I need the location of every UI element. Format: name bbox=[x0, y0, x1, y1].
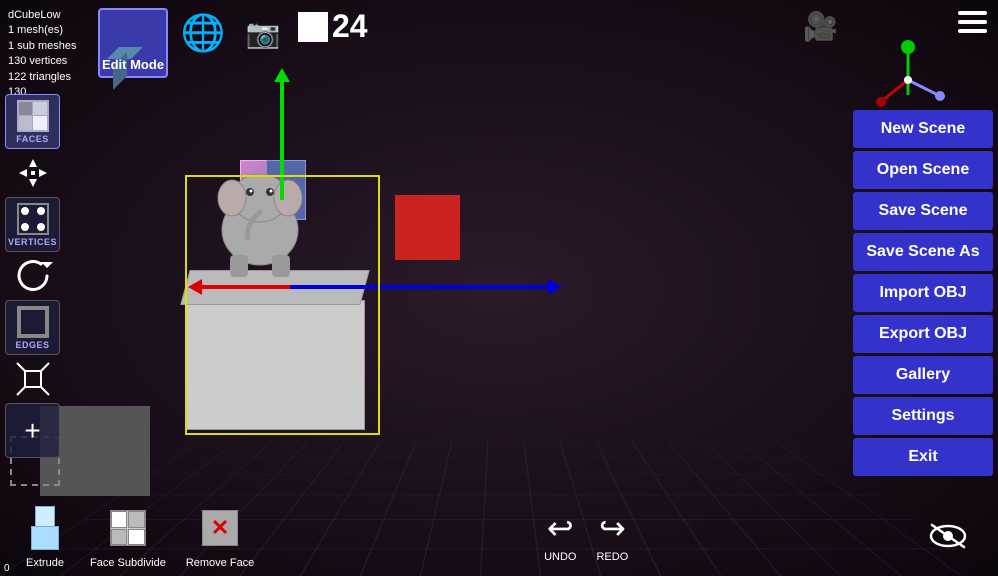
orientation-gizmo bbox=[868, 40, 948, 120]
undo-button[interactable]: ↩ UNDO bbox=[544, 509, 576, 563]
facesubdiv-cell-2 bbox=[128, 511, 145, 528]
scale-tool-button[interactable] bbox=[13, 359, 53, 399]
exit-button[interactable]: Exit bbox=[853, 438, 993, 476]
save-scene-button[interactable]: Save Scene bbox=[853, 192, 993, 230]
remove-face-label: Remove Face bbox=[186, 557, 254, 569]
settings-button[interactable]: Settings bbox=[853, 397, 993, 435]
extrude-base bbox=[31, 526, 59, 550]
undo-icon: ↩ bbox=[547, 509, 574, 547]
bottom-toolbar: Extrude Face Subdivide ✕ Remove Face ↩ U… bbox=[0, 496, 998, 576]
redo-label: REDO bbox=[596, 551, 628, 563]
triangles-count: 122 triangles bbox=[8, 70, 88, 85]
add-icon: + bbox=[24, 415, 40, 447]
move-tool-button[interactable] bbox=[13, 153, 53, 193]
facesubdiv-cell-3 bbox=[111, 529, 128, 546]
visibility-toggle[interactable] bbox=[918, 511, 978, 561]
bottom-coord: 0 bbox=[4, 563, 10, 574]
undo-label: UNDO bbox=[544, 551, 576, 563]
edges-label: EDGES bbox=[15, 340, 49, 350]
ham-line-2 bbox=[958, 20, 987, 24]
rotate-tool-button[interactable] bbox=[13, 256, 53, 296]
face-subdivide-shape bbox=[110, 510, 146, 546]
extrude-icon bbox=[20, 503, 70, 553]
x-mark: ✕ bbox=[211, 517, 229, 539]
video-camera-icon[interactable]: 🎥 bbox=[803, 10, 838, 43]
faces-label: FACES bbox=[16, 134, 49, 144]
remove-face-shape: ✕ bbox=[202, 510, 238, 546]
mode-icon-button[interactable]: Edit Mode bbox=[98, 8, 168, 78]
left-toolbar: FACES VERTICES bbox=[0, 90, 65, 462]
new-scene-button[interactable]: New Scene bbox=[853, 110, 993, 148]
faces-tool-button[interactable]: FACES bbox=[5, 94, 60, 149]
frame-number: 24 bbox=[332, 8, 368, 45]
vertices-tool-button[interactable]: VERTICES bbox=[5, 197, 60, 252]
top-bar: dCubeLow 1 mesh(es) 1 sub meshes 130 ver… bbox=[0, 0, 998, 90]
ham-line-3 bbox=[958, 29, 987, 33]
redo-icon: ↪ bbox=[599, 509, 626, 547]
ham-line-1 bbox=[958, 11, 987, 15]
red-box bbox=[395, 195, 460, 260]
facesubdiv-cell-4 bbox=[128, 529, 145, 546]
faces-icon bbox=[17, 100, 49, 132]
extrude-shape bbox=[27, 506, 63, 550]
globe-icon[interactable]: 🌐 bbox=[178, 8, 228, 58]
vertices-label: VERTICES bbox=[8, 237, 57, 247]
add-object-button[interactable]: + bbox=[5, 403, 60, 458]
gallery-button[interactable]: Gallery bbox=[853, 356, 993, 394]
redo-button[interactable]: ↪ REDO bbox=[596, 509, 628, 563]
facesubdiv-cell-1 bbox=[111, 511, 128, 528]
edges-icon bbox=[17, 306, 49, 338]
mesh-count: 1 mesh(es) bbox=[8, 23, 88, 38]
right-menu: New Scene Open Scene Save Scene Save Sce… bbox=[853, 110, 998, 476]
face-subdivide-tool[interactable]: Face Subdivide bbox=[90, 503, 166, 569]
frame-counter: 24 bbox=[298, 8, 368, 45]
snapshot-camera-icon[interactable]: 📷 bbox=[238, 8, 288, 58]
open-scene-button[interactable]: Open Scene bbox=[853, 151, 993, 189]
extrude-label: Extrude bbox=[26, 557, 64, 569]
remove-face-icon: ✕ bbox=[195, 503, 245, 553]
edges-tool-button[interactable]: EDGES bbox=[5, 300, 60, 355]
save-scene-as-button[interactable]: Save Scene As bbox=[853, 233, 993, 271]
selection-wireframe bbox=[185, 175, 380, 435]
hamburger-menu[interactable] bbox=[955, 8, 990, 36]
vertices-icon bbox=[17, 203, 49, 235]
sub-meshes: 1 sub meshes bbox=[8, 39, 88, 54]
object-name: dCubeLow bbox=[8, 8, 88, 23]
info-panel: dCubeLow 1 mesh(es) 1 sub meshes 130 ver… bbox=[8, 8, 88, 100]
vertices-count: 130 vertices bbox=[8, 54, 88, 69]
face-subdivide-icon bbox=[103, 503, 153, 553]
face-subdivide-label: Face Subdivide bbox=[90, 557, 166, 569]
export-obj-button[interactable]: Export OBJ bbox=[853, 315, 993, 353]
cube-front-face bbox=[113, 23, 137, 47]
frame-box bbox=[298, 12, 328, 42]
import-obj-button[interactable]: Import OBJ bbox=[853, 274, 993, 312]
extrude-top bbox=[35, 506, 55, 528]
extrude-tool[interactable]: Extrude bbox=[20, 503, 70, 569]
remove-face-tool[interactable]: ✕ Remove Face bbox=[186, 503, 254, 569]
edit-mode-label: Edit Mode bbox=[100, 57, 166, 72]
